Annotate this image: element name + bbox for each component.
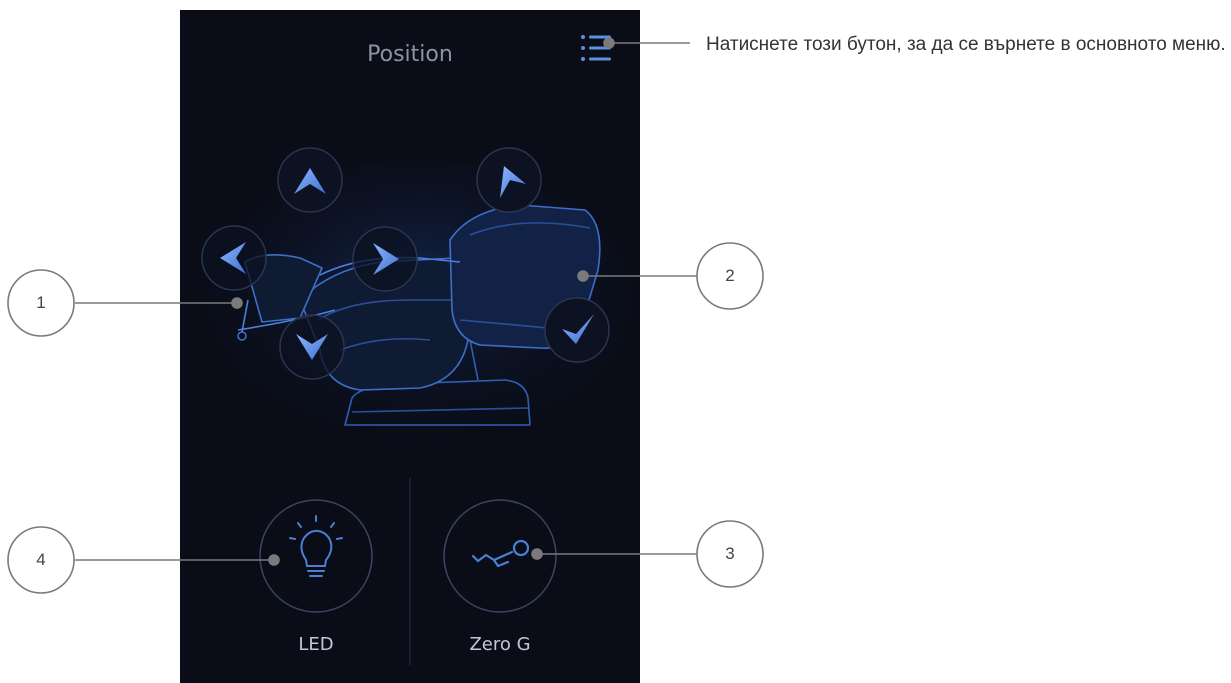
leg-left-button[interactable] — [201, 225, 267, 291]
callout-1-label: 1 — [36, 293, 46, 312]
zero-g-button-label: Zero G — [469, 634, 531, 655]
menu-instruction-text: Натиснете този бутон, за да се върнете в… — [706, 34, 1226, 55]
down-button[interactable] — [279, 314, 345, 380]
illustration-canvas — [7, 10, 764, 683]
callout-2-label: 2 — [725, 266, 735, 285]
screen-title: Position — [367, 42, 453, 67]
led-button-label: LED — [298, 634, 334, 655]
annotated-screenshot: Position LED Zero G Натиснете този бутон… — [0, 0, 1231, 683]
recline-down-button[interactable] — [544, 297, 610, 363]
up-button[interactable] — [277, 147, 343, 213]
callout-4-label: 4 — [36, 550, 46, 569]
leg-right-button[interactable] — [352, 226, 418, 292]
callout-3-label: 3 — [725, 544, 735, 563]
recline-up-button[interactable] — [476, 147, 542, 213]
